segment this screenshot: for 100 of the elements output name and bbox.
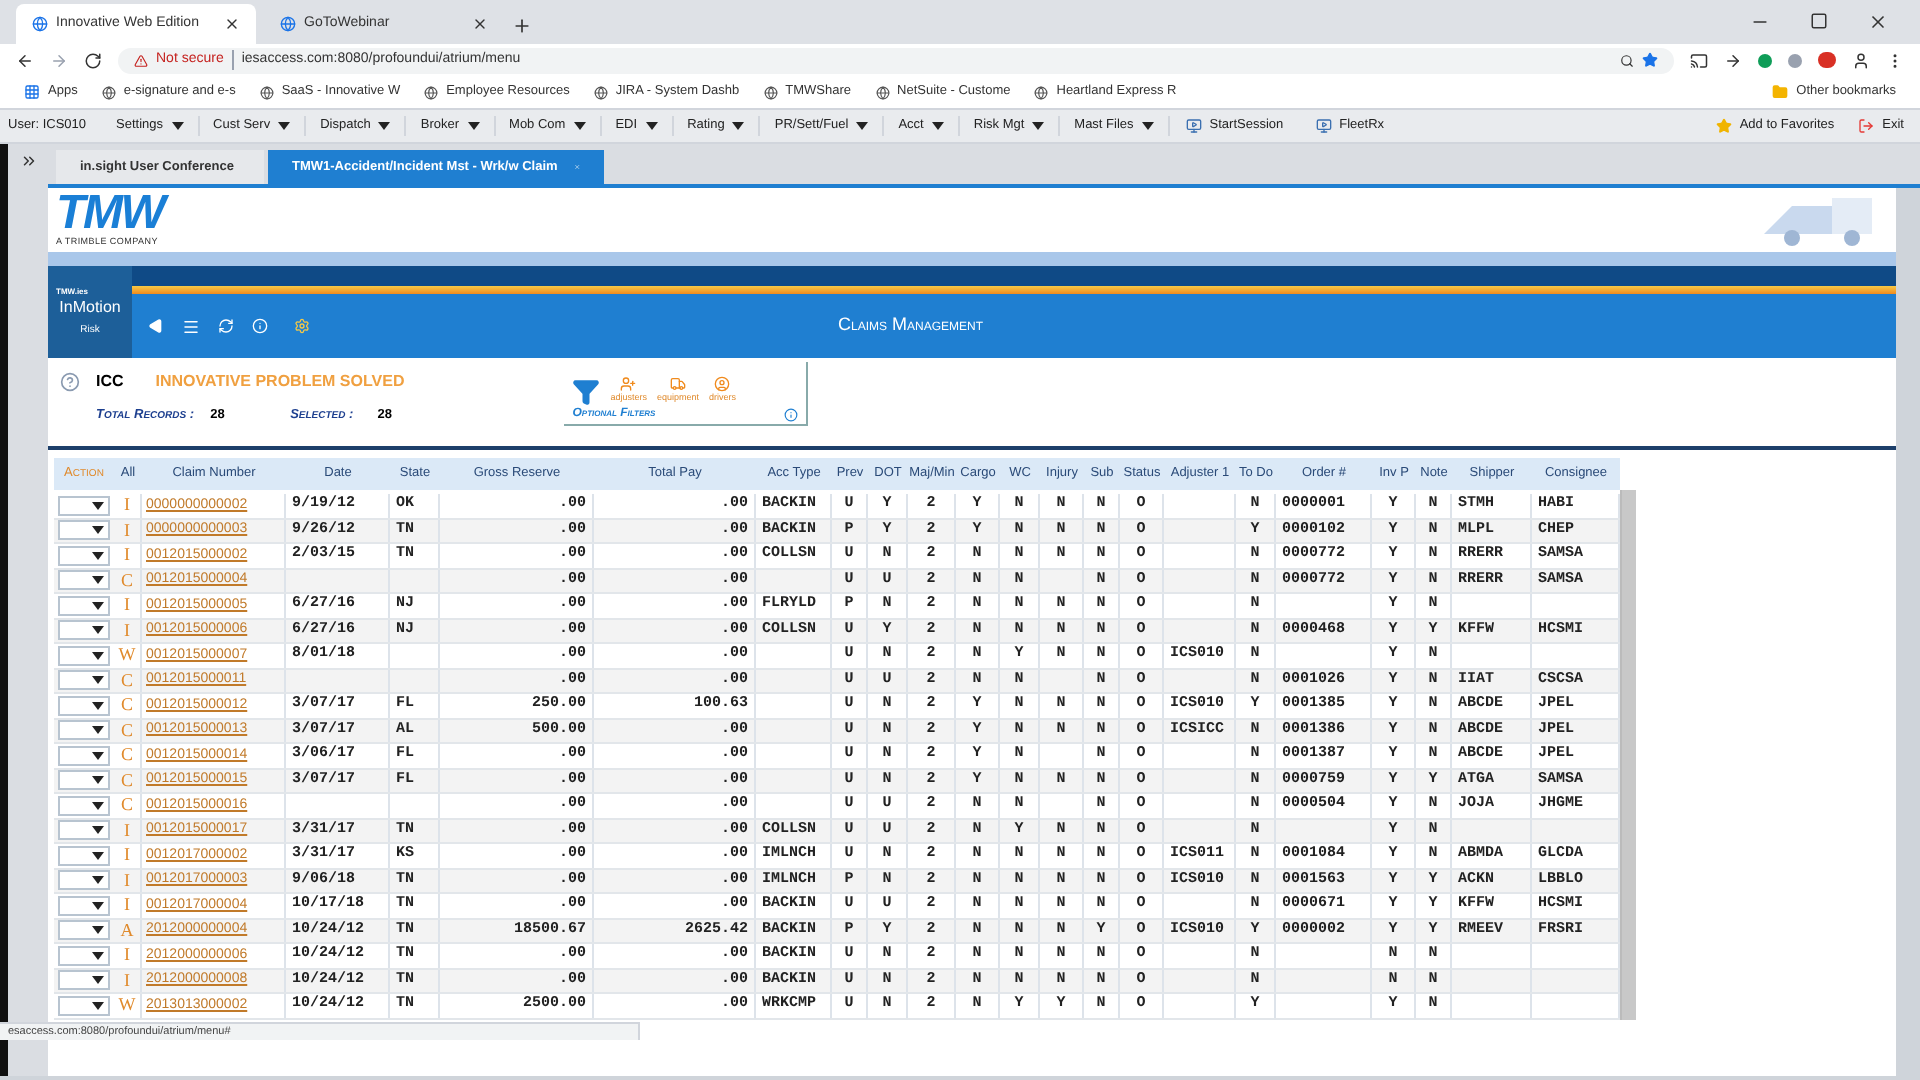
cast-icon[interactable] (1690, 51, 1708, 69)
action-dropdown[interactable] (58, 595, 110, 616)
exit-icon (1858, 118, 1875, 134)
table-cell: I (114, 619, 142, 642)
bookmark-star-icon[interactable] (1642, 52, 1658, 68)
action-dropdown[interactable] (58, 920, 110, 941)
close-icon[interactable] (1868, 12, 1888, 32)
table-cell: I (114, 594, 142, 617)
action-dropdown[interactable] (58, 845, 110, 866)
action-dropdown[interactable] (58, 820, 110, 841)
site-icon (593, 85, 608, 99)
table-cell: I (114, 969, 142, 992)
caret-icon (92, 851, 104, 860)
company-logo: TMW (56, 191, 164, 236)
caret-icon (92, 726, 104, 735)
site-icon (32, 16, 48, 32)
screen-icon (1185, 118, 1202, 134)
caret-icon (92, 776, 104, 785)
close-icon[interactable] (224, 16, 240, 32)
table-cell: C (114, 694, 142, 717)
caret-icon (92, 576, 104, 585)
caret-icon (92, 976, 104, 985)
action-dropdown[interactable] (58, 770, 110, 791)
site-icon (1034, 85, 1049, 99)
expand-icon[interactable] (19, 152, 37, 170)
caret-icon (92, 701, 104, 710)
caret-icon (92, 651, 104, 660)
table-cell: I (114, 844, 142, 867)
action-dropdown[interactable] (58, 895, 110, 916)
action-dropdown[interactable] (58, 495, 110, 516)
action-dropdown[interactable] (58, 645, 110, 666)
table-cell: A (114, 919, 142, 942)
module-name: InMotion (59, 300, 121, 316)
table-cell: W (114, 994, 142, 1017)
extension-icon[interactable] (1724, 51, 1742, 69)
truck-icon (670, 376, 686, 393)
warning-icon (134, 53, 148, 67)
action-dropdown[interactable] (58, 795, 110, 816)
action-dropdown[interactable] (58, 745, 110, 766)
site-icon (280, 16, 296, 32)
zoom-icon[interactable] (1620, 53, 1634, 67)
new-tab-icon[interactable] (512, 16, 532, 36)
table-cell: C (114, 769, 142, 792)
table-cell: C (114, 569, 142, 592)
site-icon (259, 85, 274, 99)
caret-icon (92, 551, 104, 560)
folder-icon (1772, 84, 1789, 100)
page-title: Claims Management (838, 312, 984, 339)
caret-icon (92, 826, 104, 835)
caret-icon (92, 601, 104, 610)
refresh-icon[interactable] (218, 318, 234, 334)
add-user-icon (620, 376, 637, 393)
action-dropdown[interactable] (58, 695, 110, 716)
caret-icon (92, 1001, 104, 1010)
action-dropdown[interactable] (58, 670, 110, 691)
action-dropdown[interactable] (58, 970, 110, 991)
action-dropdown[interactable] (58, 720, 110, 741)
table-cell: I (114, 944, 142, 967)
screen-icon (1315, 118, 1332, 134)
star-icon (1715, 118, 1732, 134)
apps-icon (24, 84, 40, 100)
company-code: ICC (96, 370, 124, 394)
company-name: INNOVATIVE PROBLEM SOLVED (155, 370, 405, 394)
caret-icon (92, 526, 104, 535)
site-icon (875, 85, 890, 99)
caret-icon (92, 501, 104, 510)
table-cell: I (114, 869, 142, 892)
action-dropdown[interactable] (58, 945, 110, 966)
info-icon[interactable] (784, 408, 799, 422)
profile-icon[interactable] (1852, 51, 1870, 69)
scrollbar[interactable] (1620, 490, 1636, 1019)
table-cell: C (114, 719, 142, 742)
table-cell: C (114, 669, 142, 692)
caret-icon (92, 751, 104, 760)
table-cell: I (114, 819, 142, 842)
forward-icon[interactable] (50, 51, 68, 69)
action-dropdown[interactable] (58, 620, 110, 641)
table-cell: C (114, 794, 142, 817)
table-cell: W (114, 644, 142, 667)
table-cell: I (114, 494, 142, 517)
filter-icon[interactable] (572, 378, 601, 406)
site-icon (101, 85, 116, 99)
caret-icon (92, 926, 104, 935)
table-cell: I (114, 544, 142, 567)
caret-icon (92, 951, 104, 960)
caret-icon (92, 801, 104, 810)
action-dropdown[interactable] (58, 870, 110, 891)
maximize-icon[interactable] (1810, 12, 1828, 30)
gear-icon[interactable] (294, 318, 310, 334)
reload-icon[interactable] (84, 51, 102, 69)
action-dropdown[interactable] (58, 545, 110, 566)
table-cell: I (114, 519, 142, 542)
help-icon[interactable] (60, 372, 80, 392)
caret-icon (92, 876, 104, 885)
close-icon[interactable] (472, 16, 488, 32)
back-icon[interactable] (16, 51, 34, 69)
action-dropdown[interactable] (58, 995, 110, 1016)
caret-icon (92, 901, 104, 910)
action-dropdown[interactable] (58, 570, 110, 591)
action-dropdown[interactable] (58, 520, 110, 541)
